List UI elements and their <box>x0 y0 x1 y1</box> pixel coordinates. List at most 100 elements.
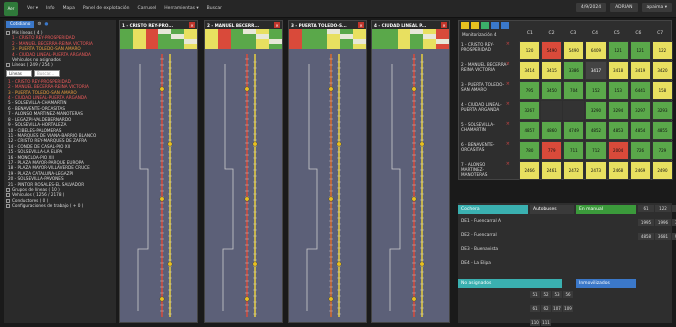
vehicle-cell[interactable]: 4853 <box>607 121 629 140</box>
column-header[interactable]: C5 <box>606 31 628 39</box>
vehicle-cell[interactable]: 729 <box>651 141 673 160</box>
vehicle-cell[interactable]: 2461 <box>541 161 563 180</box>
expand-icon[interactable] <box>6 193 10 198</box>
search-input[interactable]: Buscar... <box>34 69 60 77</box>
vehicle-cell[interactable]: 2472 <box>563 161 585 180</box>
vehicle-cell[interactable]: 6409 <box>585 41 607 60</box>
manual-vehicle[interactable]: 1995 <box>638 219 654 226</box>
unassigned-vehicle[interactable]: 107 <box>552 305 562 312</box>
manual-vehicle[interactable]: 3303 <box>672 219 676 226</box>
expand-icon[interactable] <box>6 204 10 209</box>
close-icon[interactable]: ✕ <box>358 22 364 28</box>
column-header[interactable]: C7 <box>649 31 671 39</box>
manual-vehicle[interactable]: 3681 <box>655 233 671 240</box>
folder-icon[interactable] <box>461 22 469 29</box>
menu-dashboard[interactable]: Panel de explotación <box>83 6 130 11</box>
work-configs[interactable]: Configuraciones de trabajo ( + 0 ) <box>6 203 114 209</box>
manual-vehicle[interactable]: 122 <box>655 205 671 212</box>
vehicle-cell[interactable]: 2468 <box>607 161 629 180</box>
vehicle-cell[interactable]: 3386 <box>563 61 585 80</box>
vehicle-cell[interactable]: 6441 <box>629 81 651 100</box>
manual-vehicle[interactable]: 1996 <box>655 219 671 226</box>
column-header[interactable]: C6 <box>628 31 650 39</box>
unassigned-vehicle[interactable]: 109 <box>563 305 573 312</box>
manual-vehicle[interactable]: 9124 <box>672 233 676 240</box>
unassigned-vehicle[interactable]: 52 <box>541 291 551 298</box>
remove-icon[interactable]: × <box>506 82 510 87</box>
vehicle-cell[interactable]: 779 <box>541 141 563 160</box>
vehicle-cell[interactable]: 5490 <box>563 41 585 60</box>
close-icon[interactable]: ✕ <box>274 22 280 28</box>
vehicle-cell[interactable]: 3415 <box>541 61 563 80</box>
depot-item[interactable]: DE4 - La Elipa <box>461 257 501 271</box>
depot-item[interactable]: DE1 - Fuencarral A <box>461 215 501 229</box>
vehicle-cell[interactable]: 2490 <box>651 161 673 180</box>
vehicle-cell[interactable]: 704 <box>563 81 585 100</box>
manual-vehicle[interactable]: 61 <box>638 205 654 212</box>
vehicle-cell[interactable]: 2004 <box>607 141 629 160</box>
row-label[interactable]: 5 - SOLSEVILLA-CHAMARTIN × <box>459 121 511 140</box>
vehicle-cell[interactable]: 780 <box>519 141 541 160</box>
vehicle-cell[interactable]: 4749 <box>563 121 585 140</box>
unassigned-vehicle[interactable]: 111 <box>541 319 551 326</box>
date-display[interactable]: 4/9/2024 <box>575 3 607 12</box>
help-icon[interactable]: ● <box>44 22 48 27</box>
vehicle-cell[interactable]: 795 <box>519 81 541 100</box>
settings-icon[interactable]: ⚙ <box>37 22 41 27</box>
vehicle-cell[interactable]: 726 <box>629 141 651 160</box>
menu-view[interactable]: Ver ▾ <box>27 6 38 11</box>
vehicle-cell[interactable]: 153 <box>607 81 629 100</box>
vehicle-cell[interactable]: 3414 <box>519 61 541 80</box>
vehicle-cell[interactable]: 3293 <box>651 101 673 120</box>
vehicle-cell[interactable]: 3450 <box>541 81 563 100</box>
vehicle-cell[interactable] <box>563 101 585 120</box>
menu-tools[interactable]: Herramientas ▾ <box>164 6 198 11</box>
user-display[interactable]: ADRIAN <box>610 3 638 12</box>
remove-icon[interactable]: × <box>506 62 510 67</box>
collapse-icon[interactable] <box>6 63 10 68</box>
row-label[interactable]: 1 - CRISTO REY-PROSPERIDAD × <box>459 41 511 60</box>
collapse-icon[interactable] <box>6 31 10 35</box>
vehicle-cell[interactable]: 4854 <box>629 121 651 140</box>
vehicle-cell[interactable] <box>541 101 563 120</box>
vehicle-cell[interactable]: 3297 <box>629 101 651 120</box>
vehicle-cell[interactable]: 152 <box>585 81 607 100</box>
expand-icon[interactable] <box>6 198 10 203</box>
vehicle-cell[interactable]: 2466 <box>519 161 541 180</box>
expand-icon[interactable] <box>6 187 10 192</box>
column-header[interactable]: C4 <box>584 31 606 39</box>
account-menu[interactable]: apaima ▾ <box>641 3 672 12</box>
lines-header[interactable]: Líneas ( 249 / 254 ) <box>6 62 114 68</box>
vehicle-cell[interactable]: 3294 <box>607 101 629 120</box>
remove-icon[interactable]: × <box>506 142 510 147</box>
vehicle-cell[interactable]: 4857 <box>519 121 541 140</box>
vehicle-cell[interactable]: 3417 <box>585 61 607 80</box>
row-label[interactable]: 7 - ALONSO MARTINEZ-MANOTERAS × <box>459 161 511 180</box>
menu-search[interactable]: Buscar <box>207 6 222 11</box>
column-header[interactable]: C3 <box>562 31 584 39</box>
menu-carousel[interactable]: Carrusel <box>138 6 157 11</box>
remove-icon[interactable]: × <box>506 102 510 107</box>
unassigned-vehicle[interactable]: 61 <box>530 305 540 312</box>
vehicle-cell[interactable]: 158 <box>651 81 673 100</box>
vehicle-cell[interactable]: 2469 <box>629 161 651 180</box>
unassigned-vehicle[interactable]: 51 <box>530 291 540 298</box>
vehicle-cell[interactable]: 5490 <box>541 41 563 60</box>
lines-filter-select[interactable]: Líneas <box>6 69 32 77</box>
row-label[interactable]: 4 - CIUDAD LINEAL-PUERTA ARGANDA × <box>459 101 511 120</box>
unassigned-vehicle[interactable]: 56 <box>563 291 573 298</box>
menu-info[interactable]: Info <box>46 6 55 11</box>
vehicle-cell[interactable]: 121 <box>607 41 629 60</box>
vehicle-cell[interactable]: 2473 <box>585 161 607 180</box>
list-icon[interactable] <box>491 22 499 29</box>
edit-icon[interactable] <box>471 22 479 29</box>
unassigned-vehicle[interactable]: 62 <box>541 305 551 312</box>
close-icon[interactable]: ✕ <box>189 22 195 28</box>
close-icon[interactable]: ✕ <box>441 22 447 28</box>
tab-cotidiano[interactable]: Cotidiano <box>6 21 35 28</box>
vehicle-cell[interactable]: 3267 <box>519 101 541 120</box>
vehicle-cell[interactable]: 4855 <box>651 121 673 140</box>
depot-item[interactable]: DE3 - Buenavista <box>461 243 501 257</box>
depot-item[interactable]: DE2 - Fuencarral <box>461 229 501 243</box>
vehicle-cell[interactable]: 120 <box>519 41 541 60</box>
